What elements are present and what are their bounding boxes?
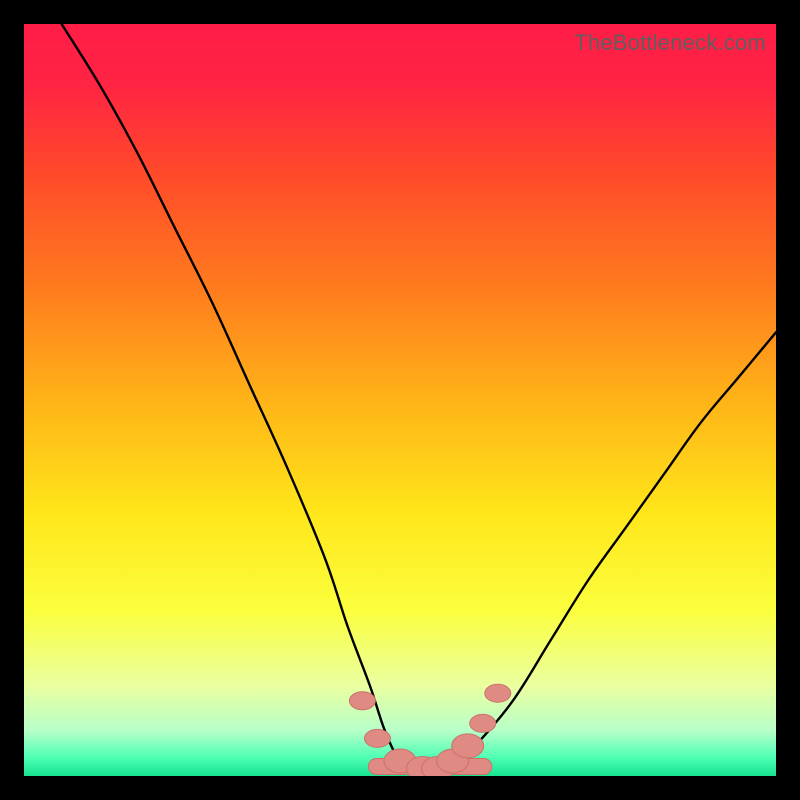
optimal-marker xyxy=(485,684,511,702)
watermark-text: TheBottleneck.com xyxy=(574,30,766,56)
plot-area: TheBottleneck.com xyxy=(24,24,776,776)
chart-frame: TheBottleneck.com xyxy=(0,0,800,800)
optimal-marker xyxy=(470,714,496,732)
bottleneck-curve xyxy=(62,24,776,769)
optimal-marker xyxy=(452,734,484,758)
optimal-range-markers xyxy=(349,684,510,776)
optimal-marker xyxy=(349,692,375,710)
curve-layer xyxy=(24,24,776,776)
optimal-marker xyxy=(364,729,390,747)
